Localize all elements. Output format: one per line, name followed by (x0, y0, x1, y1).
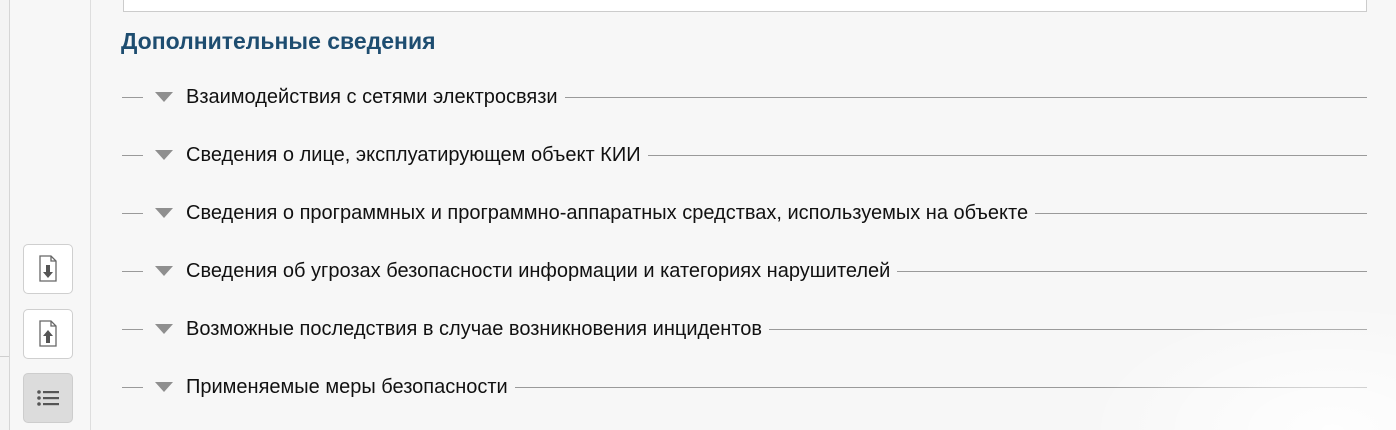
side-toolbar (10, 0, 91, 430)
section-row-software[interactable]: Сведения о программных и программно-аппа… (122, 184, 1367, 242)
divider-line (122, 328, 143, 330)
section-row-consequences[interactable]: Возможные последствия в случае возникнов… (122, 300, 1367, 358)
divider-line (122, 212, 143, 214)
section-row-label[interactable]: Сведения о программных и программно-аппа… (186, 202, 1035, 225)
table-of-contents-button[interactable] (23, 373, 73, 423)
triangle-down-icon[interactable] (155, 382, 173, 392)
section-row-label[interactable]: Возможные последствия в случае возникнов… (186, 318, 769, 341)
divider-line (769, 328, 1367, 330)
divider-line (1035, 212, 1367, 214)
section-row-label[interactable]: Сведения об угрозах безопасности информа… (186, 260, 897, 283)
triangle-down-icon[interactable] (155, 266, 173, 276)
triangle-down-icon[interactable] (155, 208, 173, 218)
section-row-operator[interactable]: Сведения о лице, эксплуатирующем объект … (122, 126, 1367, 184)
list-icon (37, 390, 59, 406)
divider-line (122, 96, 143, 98)
file-download-icon (39, 255, 57, 282)
divider-line (897, 270, 1367, 272)
collapsible-sections: Взаимодействия с сетями электросвязи Све… (122, 68, 1367, 416)
section-row-telecom[interactable]: Взаимодействия с сетями электросвязи (122, 68, 1367, 126)
divider-line (514, 386, 1367, 388)
main-content: Дополнительные сведения Взаимодействия с… (91, 0, 1396, 430)
section-row-measures[interactable]: Применяемые меры безопасности (122, 358, 1367, 416)
section-row-label[interactable]: Применяемые меры безопасности (186, 376, 515, 399)
divider-line (122, 154, 143, 156)
divider-line (122, 270, 143, 272)
section-row-threats[interactable]: Сведения об угрозах безопасности информа… (122, 242, 1367, 300)
triangle-down-icon[interactable] (155, 324, 173, 334)
section-row-label[interactable]: Взаимодействия с сетями электросвязи (186, 86, 565, 109)
page: Дополнительные сведения Взаимодействия с… (0, 0, 1396, 430)
cropped-field-text (138, 0, 278, 2)
left-panel-edge (0, 0, 10, 430)
file-upload-icon (39, 320, 57, 347)
divider-line (564, 96, 1367, 98)
panel-divider (0, 356, 9, 357)
triangle-down-icon[interactable] (155, 92, 173, 102)
import-button[interactable] (23, 244, 73, 294)
divider-line (647, 154, 1367, 156)
export-button[interactable] (23, 309, 73, 359)
triangle-down-icon[interactable] (155, 150, 173, 160)
section-row-label[interactable]: Сведения о лице, эксплуатирующем объект … (186, 144, 648, 167)
section-title: Дополнительные сведения (121, 28, 436, 54)
divider-line (122, 386, 143, 388)
previous-field[interactable] (123, 0, 1367, 12)
